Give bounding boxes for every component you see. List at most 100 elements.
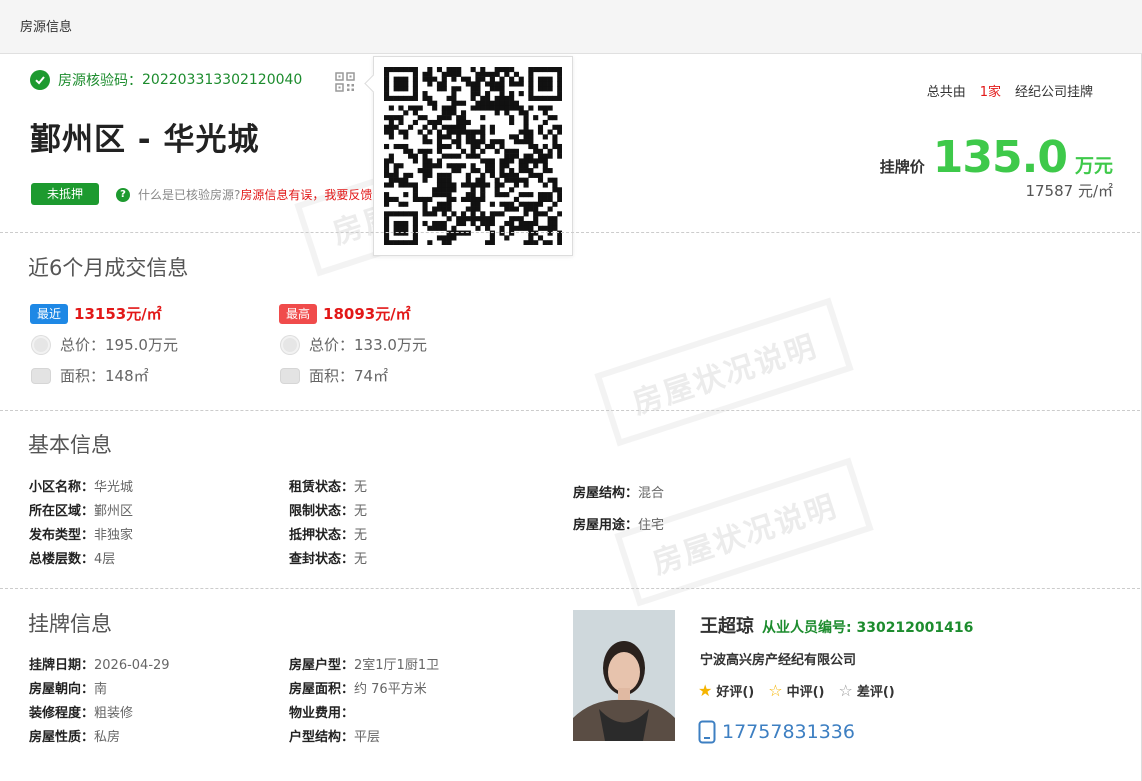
listing-value: 约 76平方米 xyxy=(354,682,427,697)
listing-section-title: 挂牌信息 xyxy=(28,612,112,636)
listing-key: 房屋朝向： xyxy=(29,682,95,697)
price-unit: 万元 xyxy=(1074,155,1113,177)
listing-item: 户型结构：平层 xyxy=(289,726,380,745)
agency-suffix: 经纪公司挂牌 xyxy=(1014,85,1093,100)
agency-prefix: 总共由 xyxy=(926,85,966,100)
deal-highest-tag: 最高 xyxy=(279,303,318,324)
agent-license-id: 从业人员编号: 330212001416 xyxy=(762,620,974,636)
deal-highest-price: 18093元/㎡ xyxy=(323,305,411,323)
coin-icon xyxy=(281,335,299,354)
basic-value: 非独家 xyxy=(94,528,134,543)
qr-code-icon[interactable] xyxy=(335,72,355,92)
basic-value: 华光城 xyxy=(94,480,134,495)
basic-key: 发布类型： xyxy=(29,528,95,543)
basic-item: 房屋结构：混合 xyxy=(573,482,664,501)
listing-value: 2026-04-29 xyxy=(94,658,170,673)
basic-value: 鄞州区 xyxy=(94,504,134,519)
star-outline-icon: ☆ xyxy=(768,681,783,700)
rating-bad[interactable]: ☆ 差评() xyxy=(838,681,894,700)
basic-value: 4层 xyxy=(94,552,116,567)
agent-ratings: ★ 好评() ☆ 中评() ☆ 差评() xyxy=(698,681,909,700)
basic-value: 无 xyxy=(354,528,368,543)
basic-section-title: 基本信息 xyxy=(28,433,112,457)
divider xyxy=(0,588,1140,589)
basic-key: 小区名称： xyxy=(29,480,95,495)
rating-good[interactable]: ★ 好评() xyxy=(698,681,754,700)
area-icon xyxy=(281,368,299,383)
area-icon xyxy=(32,368,50,383)
listing-value: 粗装修 xyxy=(94,706,134,721)
rating-medium-label: 中评() xyxy=(786,685,825,700)
deal-recent-area-text: 面积：148㎡ xyxy=(60,367,149,385)
basic-key: 查封状态： xyxy=(289,552,355,567)
basic-key: 总楼层数： xyxy=(29,552,95,567)
deal-recent-total-text: 总价：195.0万元 xyxy=(60,336,178,354)
help-line: ? 什么是已核验房源? 房源信息有误，我要反馈> xyxy=(116,186,382,203)
deal-highest-total: 总价：133.0万元 xyxy=(279,334,427,355)
phone-icon xyxy=(698,720,716,744)
basic-item: 所在区域：鄞州区 xyxy=(29,500,133,519)
agent-company: 宁波高兴房产经纪有限公司 xyxy=(700,653,857,668)
listing-value: 私房 xyxy=(94,730,121,745)
basic-value: 无 xyxy=(354,480,368,495)
listing-item: 物业费用： xyxy=(289,702,354,721)
deal-recent-area: 面积：148㎡ xyxy=(30,365,178,386)
pledge-status-badge: 未抵押 xyxy=(31,183,99,205)
divider xyxy=(0,232,1140,233)
coin-icon xyxy=(32,335,50,354)
deal-recent-tag: 最近 xyxy=(30,303,69,324)
watermark-text: 房屋状况说明 xyxy=(628,329,822,422)
verified-help-link[interactable]: 什么是已核验房源? xyxy=(138,186,240,203)
deal-recent-price: 13153元/㎡ xyxy=(74,305,162,323)
listing-key: 房屋性质： xyxy=(29,730,95,745)
agent-avatar[interactable] xyxy=(573,610,675,741)
divider xyxy=(0,410,1140,411)
basic-key: 房屋结构： xyxy=(573,486,639,501)
basic-key: 租赁状态： xyxy=(289,480,355,495)
basic-item: 总楼层数：4层 xyxy=(29,548,115,567)
deals-section-title: 近6个月成交信息 xyxy=(28,256,189,280)
rating-medium[interactable]: ☆ 中评() xyxy=(768,681,824,700)
qr-code-popup xyxy=(373,56,573,256)
star-outline-icon: ☆ xyxy=(838,681,853,700)
agent-phone-number: 17757831336 xyxy=(722,721,855,743)
listing-value: 2室1厅1厨1卫 xyxy=(354,658,440,673)
price-value: 135.0 xyxy=(932,132,1068,183)
check-icon xyxy=(30,70,50,90)
listing-key: 装修程度： xyxy=(29,706,95,721)
listing-item: 房屋性质：私房 xyxy=(29,726,120,745)
listing-title: 鄞州区 - 华光城 xyxy=(30,122,260,158)
agency-count-value[interactable]: 1家 xyxy=(980,85,1001,100)
price-label: 挂牌价 xyxy=(879,158,925,176)
basic-key: 抵押状态： xyxy=(289,528,355,543)
deal-highest-area-text: 面积：74㎡ xyxy=(309,367,389,385)
listing-item: 房屋朝向：南 xyxy=(29,678,107,697)
verification-label: 房源核验码： xyxy=(58,73,142,89)
agent-phone[interactable]: 17757831336 xyxy=(698,720,855,744)
deal-highest-total-text: 总价：133.0万元 xyxy=(309,336,427,354)
agent-name-line: 王超琼 从业人员编号: 330212001416 xyxy=(700,612,973,638)
basic-key: 房屋用途： xyxy=(573,518,639,533)
basic-item: 发布类型：非独家 xyxy=(29,524,133,543)
listing-item: 房屋户型：2室1厅1厨1卫 xyxy=(289,654,439,673)
agency-count: 总共由 1家 经纪公司挂牌 xyxy=(927,81,1093,100)
basic-item: 租赁状态：无 xyxy=(289,476,367,495)
verification-line: 房源核验码： 202203313302120040 xyxy=(30,70,302,90)
listing-key: 房屋面积： xyxy=(289,682,355,697)
listing-key: 挂牌日期： xyxy=(29,658,95,673)
report-error-link[interactable]: 房源信息有误，我要反馈> xyxy=(240,186,382,203)
listing-key: 物业费用： xyxy=(289,706,355,721)
help-icon: ? xyxy=(116,187,130,202)
watermark-stamp: 房屋状况说明 xyxy=(594,297,854,447)
basic-value: 混合 xyxy=(638,486,665,501)
basic-item: 小区名称：华光城 xyxy=(29,476,133,495)
rating-good-label: 好评() xyxy=(716,685,755,700)
listing-price: 挂牌价 135.0 万元 xyxy=(880,132,1113,183)
listing-item: 挂牌日期：2026-04-29 xyxy=(29,654,170,673)
listing-page: 房屋状况说明 房屋状况说明 房屋状况说明 房源核验码： 202203313302… xyxy=(0,54,1142,781)
basic-item: 房屋用途：住宅 xyxy=(573,514,664,533)
deal-highest: 最高 18093元/㎡ 总价：133.0万元 面积：74㎡ xyxy=(279,303,427,386)
basic-key: 限制状态： xyxy=(289,504,355,519)
star-filled-icon: ★ xyxy=(698,681,713,700)
basic-item: 查封状态：无 xyxy=(289,548,367,567)
